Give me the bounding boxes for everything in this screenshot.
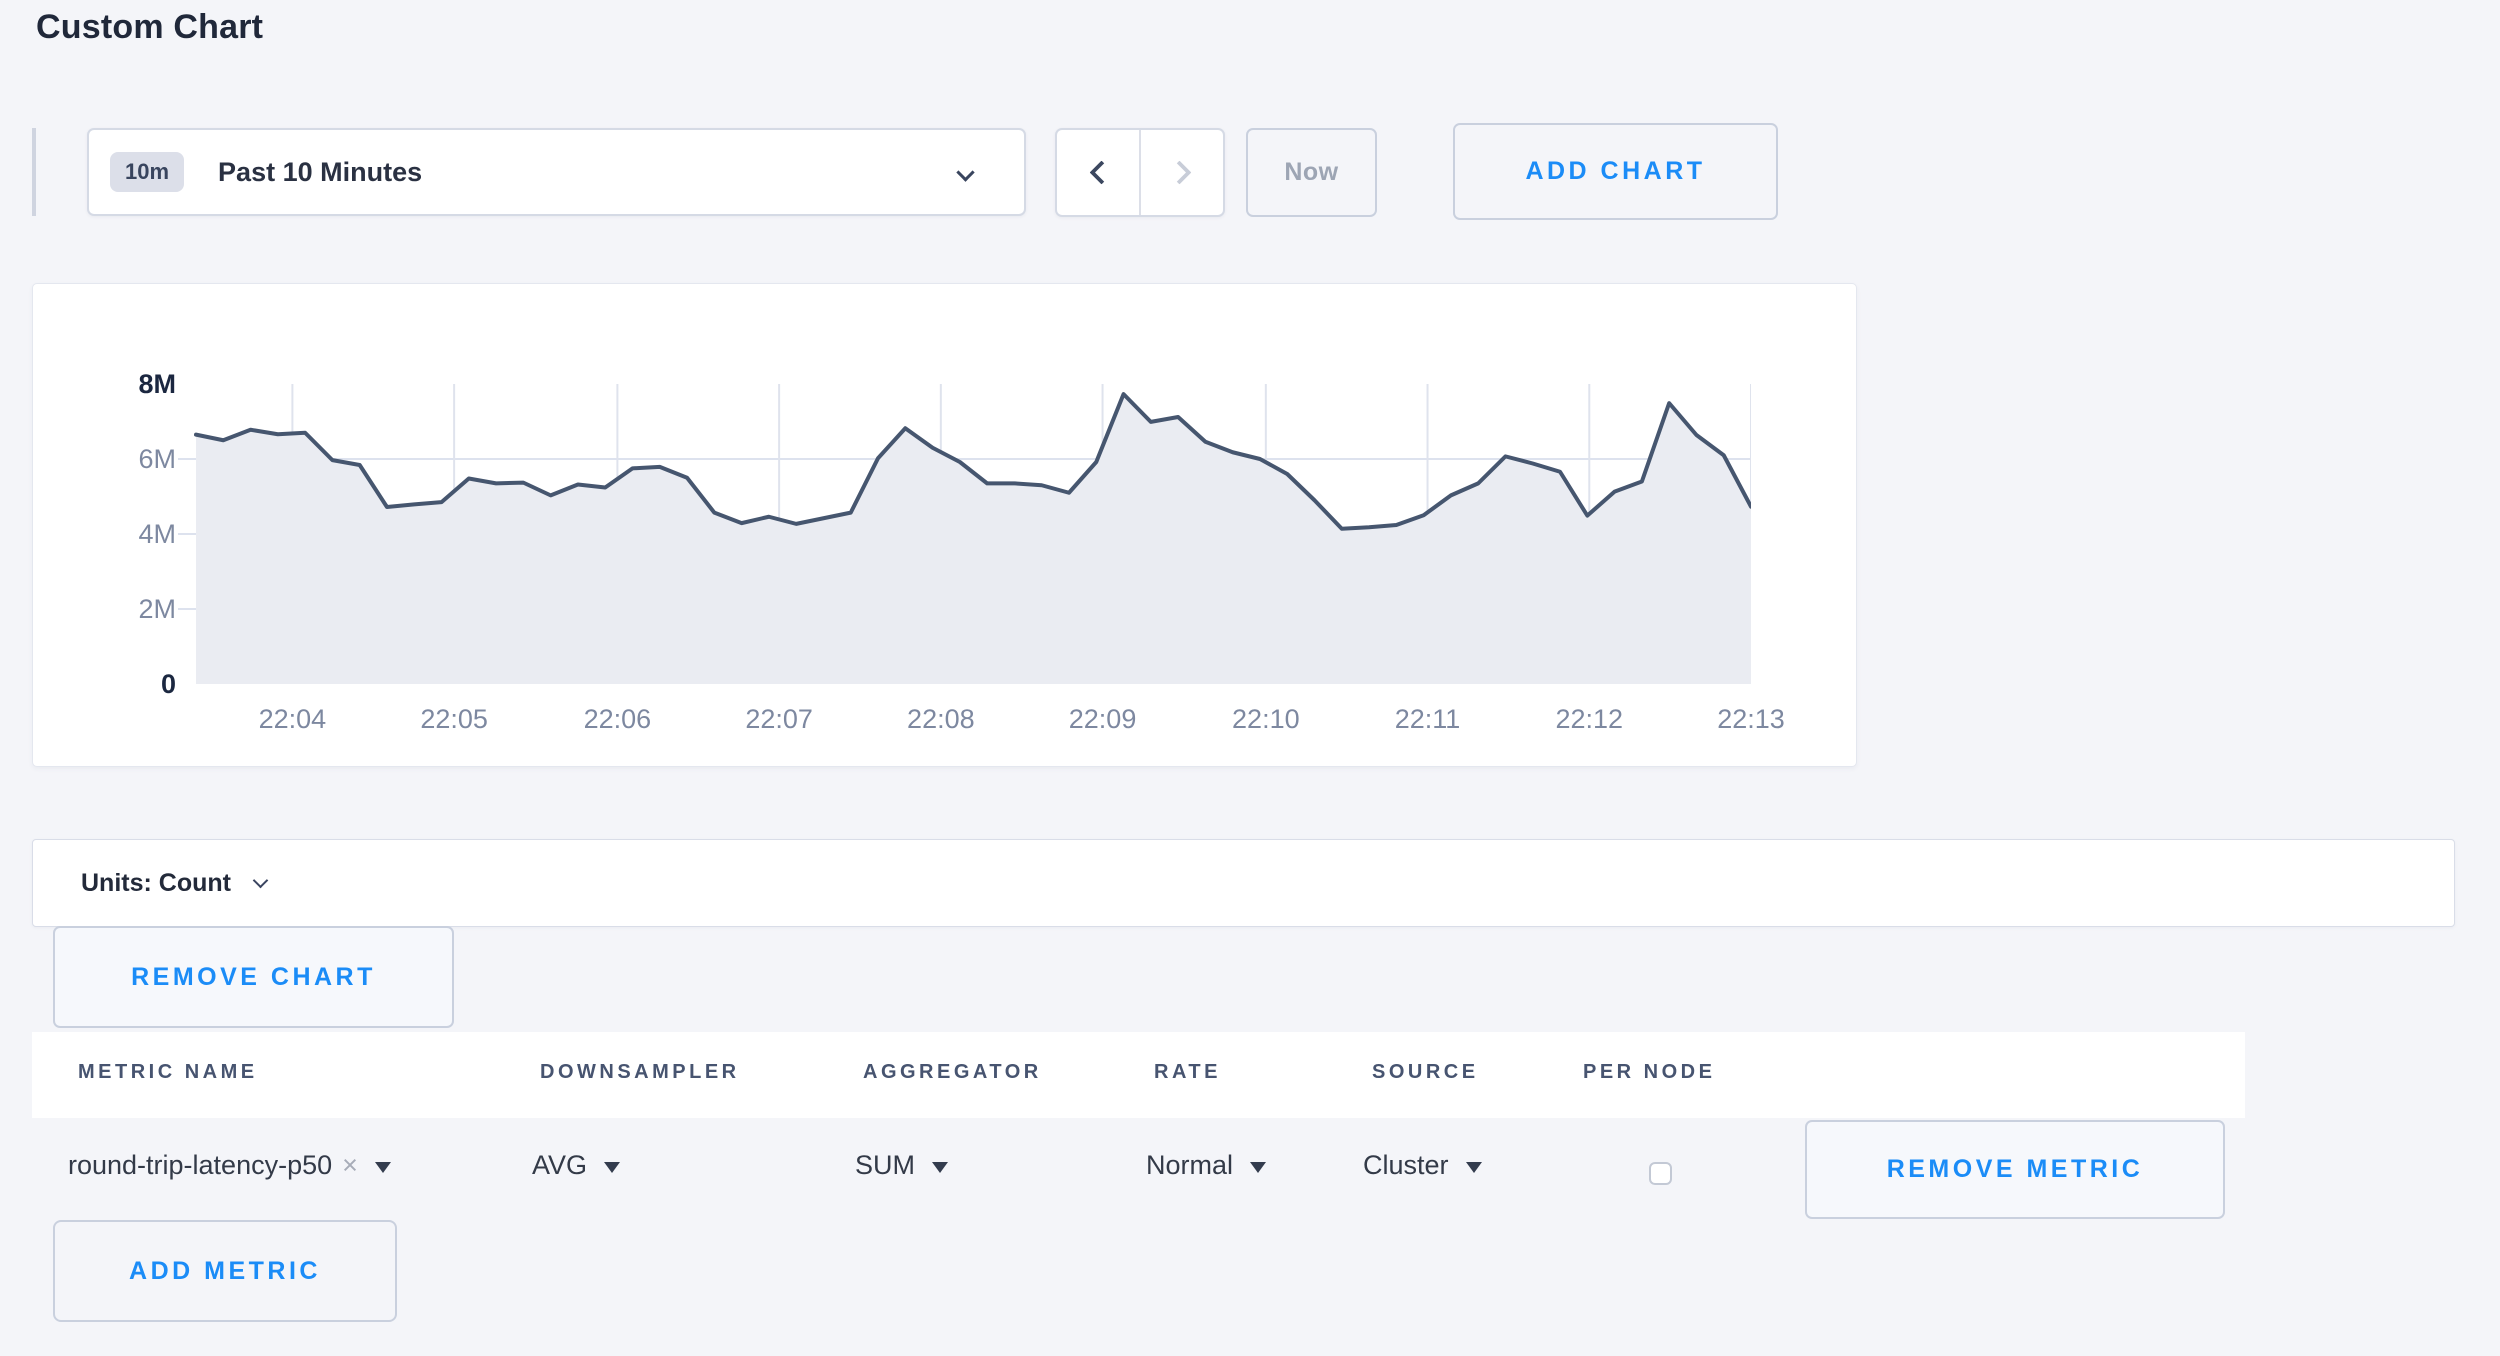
add-metric-button[interactable]: ADD METRIC [53,1220,397,1322]
chevron-down-icon [253,872,269,888]
add-chart-button[interactable]: ADD CHART [1453,123,1778,220]
chevron-left-icon [1089,160,1113,184]
rate-value: Normal [1146,1150,1233,1181]
custom-chart-page: Custom Chart 10m Past 10 Minutes Now ADD… [0,0,2500,1356]
caret-down-icon [604,1162,620,1173]
clear-metric-icon[interactable]: × [342,1150,358,1181]
caret-down-icon [1250,1162,1266,1173]
column-header-downsampler: DOWNSAMPLER [540,1061,740,1084]
x-axis-tick-label: 22:09 [1023,704,1183,735]
time-nav-group [1055,128,1225,217]
time-range-label: Past 10 Minutes [218,157,422,188]
downsampler-value: AVG [532,1150,587,1181]
source-value: Cluster [1363,1150,1449,1181]
per-node-checkbox[interactable] [1649,1162,1672,1185]
toolbar-accent-divider [32,128,36,216]
chart-card: 0 2M 4M 6M 8M 22:0422:0522:0622:0722:0822:09… [32,283,1857,767]
y-axis-tick-label: 2M [73,593,176,625]
page-title: Custom Chart [36,8,263,47]
chart-svg [178,384,1751,684]
x-axis-tick-label: 22:07 [699,704,859,735]
source-select[interactable]: Cluster [1363,1150,1482,1181]
y-axis-tick-label: 0 [73,668,176,700]
column-header-metric-name: METRIC NAME [78,1061,258,1084]
x-axis-tick-label: 22:10 [1186,704,1346,735]
caret-down-icon [1466,1162,1482,1173]
metric-name-value: round-trip-latency-p50 [68,1150,332,1181]
metric-name-select[interactable]: round-trip-latency-p50 × [68,1150,391,1181]
x-axis-tick-label: 22:06 [537,704,697,735]
y-axis-tick-label: 8M [73,368,176,400]
y-axis-tick-label: 6M [73,443,176,475]
chevron-down-icon [956,163,974,181]
time-range-dropdown[interactable]: 10m Past 10 Minutes [87,128,1026,216]
now-button[interactable]: Now [1246,128,1377,217]
x-axis-tick-label: 22:12 [1509,704,1669,735]
column-header-aggregator: AGGREGATOR [863,1061,1042,1084]
aggregator-select[interactable]: SUM [855,1150,948,1181]
time-range-badge: 10m [110,152,184,192]
x-axis-tick-label: 22:11 [1348,704,1508,735]
downsampler-select[interactable]: AVG [532,1150,620,1181]
remove-metric-button[interactable]: REMOVE METRIC [1805,1120,2225,1219]
caret-down-icon [375,1162,391,1173]
column-header-per-node: PER NODE [1583,1061,1715,1084]
units-dropdown[interactable]: Units: Count [32,839,2455,927]
x-axis-tick-label: 22:13 [1671,704,1831,735]
x-axis-tick-label: 22:05 [374,704,534,735]
column-header-rate: RATE [1154,1061,1221,1084]
chevron-right-icon [1167,160,1191,184]
x-axis-tick-label: 22:04 [212,704,372,735]
rate-select[interactable]: Normal [1146,1150,1266,1181]
x-axis-tick-label: 22:08 [861,704,1021,735]
prev-time-button[interactable] [1057,130,1141,215]
aggregator-value: SUM [855,1150,915,1181]
y-axis-tick-label: 4M [73,518,176,550]
metrics-table-header: METRIC NAME DOWNSAMPLER AGGREGATOR RATE … [32,1032,2245,1118]
caret-down-icon [932,1162,948,1173]
column-header-source: SOURCE [1372,1061,1479,1084]
remove-chart-button[interactable]: REMOVE CHART [53,926,454,1028]
units-dropdown-label: Units: Count [81,869,231,898]
next-time-button[interactable] [1141,130,1223,215]
